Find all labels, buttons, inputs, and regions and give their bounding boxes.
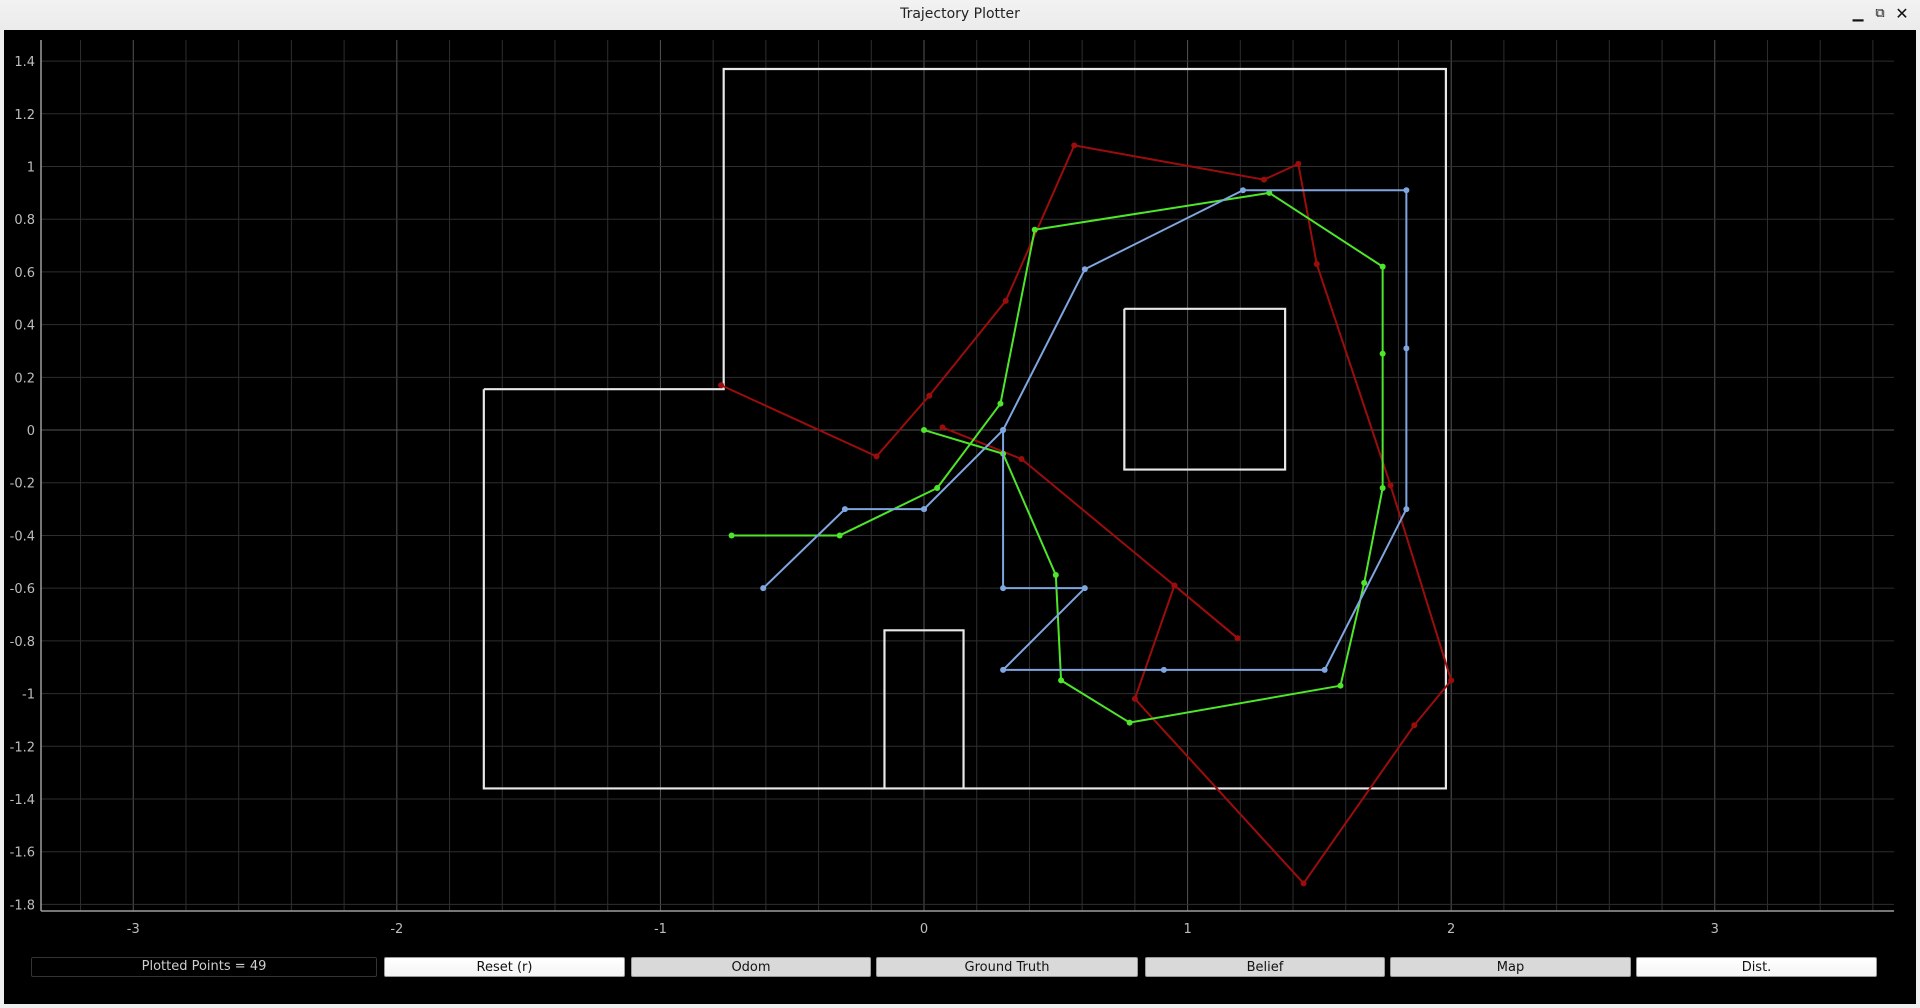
y-tick-label: 1.4 bbox=[14, 55, 35, 70]
belief-point bbox=[841, 506, 848, 513]
odom-point bbox=[1295, 160, 1302, 167]
window-title: Trajectory Plotter bbox=[900, 6, 1020, 22]
odom-point bbox=[1018, 456, 1025, 463]
belief-button[interactable]: Belief bbox=[1145, 957, 1385, 977]
ground-truth-point bbox=[934, 485, 941, 492]
ground-truth-point bbox=[836, 532, 843, 539]
obstacle-box bbox=[1123, 307, 1287, 471]
odom-point bbox=[718, 382, 725, 389]
dist-button[interactable]: Dist. bbox=[1636, 957, 1877, 977]
y-tick-label: -0.2 bbox=[10, 477, 35, 492]
odom-point bbox=[1261, 176, 1268, 183]
ground-truth-point bbox=[921, 427, 928, 434]
x-tick-label: 3 bbox=[1711, 922, 1719, 937]
ground-truth-point bbox=[1031, 226, 1038, 233]
x-tick-label: -1 bbox=[654, 922, 667, 937]
tick-labels: -3 -2 -1 0 1 2 3 1.4 1.2 1 0.8 0.6 0.4 0.2 0 -0.2 -0.4 -0… bbox=[10, 55, 1719, 937]
belief-point bbox=[921, 506, 928, 513]
title-bar: Trajectory Plotter ▁ ⧉ ✕ bbox=[0, 0, 1920, 30]
plotted-points-label: Plotted Points = 49 bbox=[31, 957, 377, 977]
odom-point bbox=[1411, 722, 1418, 729]
ground-truth-point bbox=[1361, 579, 1368, 586]
trajectory-plot[interactable]: -3 -2 -1 0 1 2 3 1.4 1.2 1 0.8 0.6 0.4 0.2 0 -0.2 -0.4 -0… bbox=[4, 30, 1916, 1004]
map-button[interactable]: Map bbox=[1390, 957, 1631, 977]
odom-point bbox=[1387, 482, 1394, 489]
belief-line bbox=[762, 508, 925, 589]
belief-point bbox=[1160, 666, 1167, 673]
odom-point bbox=[873, 453, 880, 460]
minimize-icon[interactable]: ▁ bbox=[1849, 5, 1867, 23]
belief-point bbox=[1000, 427, 1007, 434]
belief-point bbox=[1403, 345, 1410, 352]
axes bbox=[40, 40, 1894, 912]
odom-line bbox=[720, 144, 1453, 885]
x-tick-label: 1 bbox=[1183, 922, 1191, 937]
y-tick-label: -1.6 bbox=[10, 846, 35, 861]
odom-point bbox=[1071, 142, 1078, 149]
reset-button[interactable]: Reset (r) bbox=[384, 957, 625, 977]
odom-point bbox=[1448, 677, 1455, 684]
odom-point bbox=[1171, 582, 1178, 589]
ground-truth-point bbox=[1337, 682, 1344, 689]
x-tick-label: -2 bbox=[390, 922, 403, 937]
ground-truth-point bbox=[1058, 677, 1065, 684]
y-tick-label: -0.6 bbox=[10, 582, 35, 597]
odom-point bbox=[1300, 880, 1307, 887]
belief-point bbox=[1000, 585, 1007, 592]
y-tick-label: 0.6 bbox=[14, 266, 35, 281]
grid bbox=[41, 40, 1894, 911]
y-tick-label: 0.2 bbox=[14, 371, 35, 386]
odom-point bbox=[1234, 635, 1241, 642]
odom-line bbox=[942, 426, 1239, 640]
ground-truth-point bbox=[997, 400, 1004, 407]
y-tick-label: -1.4 bbox=[10, 793, 35, 808]
ground-truth-point bbox=[1379, 485, 1386, 492]
odom-point bbox=[1313, 261, 1320, 268]
odom-button[interactable]: Odom bbox=[631, 957, 871, 977]
close-icon[interactable]: ✕ bbox=[1893, 5, 1911, 23]
plot-window: -3 -2 -1 0 1 2 3 1.4 1.2 1 0.8 0.6 0.4 0.2 0 -0.2 -0.4 -0… bbox=[4, 30, 1916, 1004]
y-tick-label: -1.8 bbox=[10, 898, 35, 913]
y-tick-label: 1.2 bbox=[14, 108, 35, 123]
ground-truth-button[interactable]: Ground Truth bbox=[876, 957, 1138, 977]
ground-truth-point bbox=[728, 532, 735, 539]
y-tick-label: 0 bbox=[27, 424, 35, 439]
y-tick-label: -1.2 bbox=[10, 740, 35, 755]
belief-point bbox=[1081, 266, 1088, 273]
y-tick-label: 1 bbox=[27, 160, 35, 175]
belief-point bbox=[1081, 585, 1088, 592]
y-tick-label: -1 bbox=[22, 688, 35, 703]
y-tick-label: -0.4 bbox=[10, 529, 35, 544]
ground-truth-point bbox=[1126, 719, 1133, 726]
odom-point bbox=[1002, 297, 1009, 304]
y-tick-label: -0.8 bbox=[10, 635, 35, 650]
maximize-icon[interactable]: ⧉ bbox=[1871, 5, 1889, 23]
ground-truth-point bbox=[1379, 350, 1386, 357]
belief-point bbox=[1403, 506, 1410, 513]
belief-point bbox=[1239, 187, 1246, 194]
belief-point bbox=[1403, 187, 1410, 194]
belief-point bbox=[1321, 666, 1328, 673]
x-tick-label: 2 bbox=[1447, 922, 1455, 937]
ground-truth-point bbox=[1379, 263, 1386, 270]
odom-point bbox=[939, 424, 946, 431]
odom-point bbox=[1131, 695, 1138, 702]
belief-point bbox=[1000, 666, 1007, 673]
trajectories bbox=[718, 142, 1455, 887]
y-tick-label: 0.4 bbox=[14, 319, 35, 334]
odom-point bbox=[926, 392, 933, 399]
ground-truth-point bbox=[1052, 571, 1059, 578]
x-tick-label: -3 bbox=[127, 922, 140, 937]
x-tick-label: 0 bbox=[920, 922, 928, 937]
belief-point bbox=[760, 585, 767, 592]
y-tick-label: 0.8 bbox=[14, 213, 35, 228]
